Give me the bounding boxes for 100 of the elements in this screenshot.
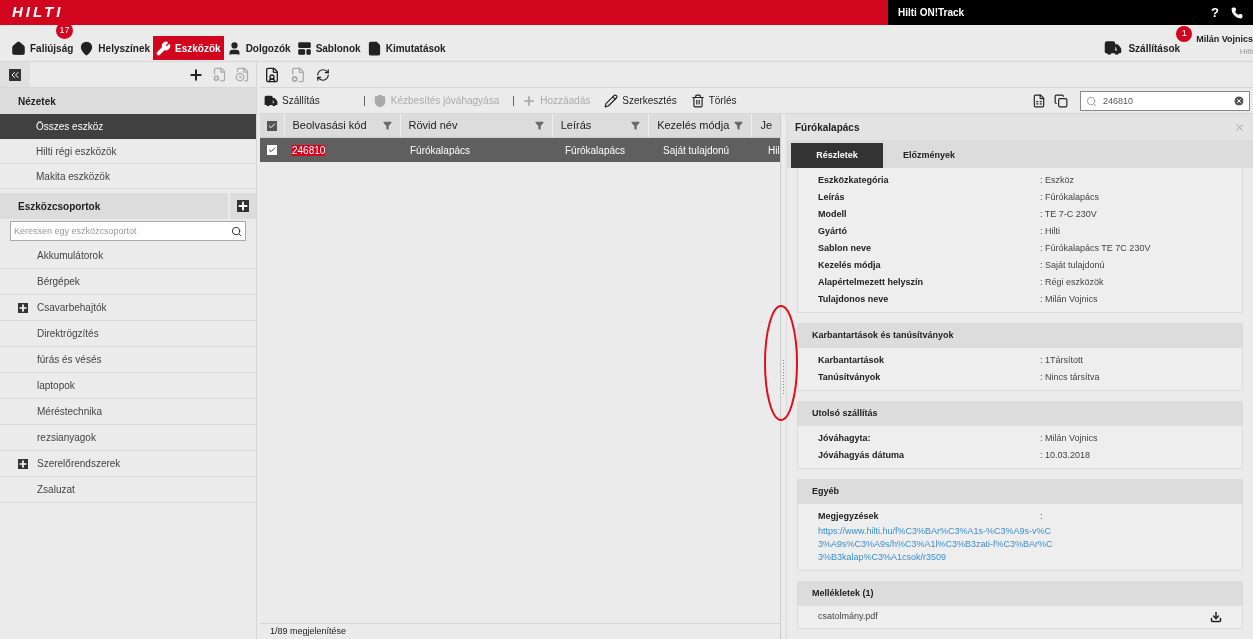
- group-item[interactable]: laptopok: [0, 373, 256, 399]
- group-label: Akkumulátorok: [37, 249, 104, 263]
- toolbar-action[interactable]: Törlés: [690, 93, 737, 108]
- table-cell: Fúrókalapács: [565, 144, 626, 156]
- refresh-icon[interactable]: [316, 67, 330, 82]
- assign-user-icon[interactable]: [264, 66, 280, 83]
- group-item[interactable]: Akkumulátorok: [0, 243, 256, 269]
- template-icon: [296, 40, 312, 56]
- filter-icon[interactable]: [631, 121, 641, 130]
- download-icon[interactable]: [1210, 611, 1222, 623]
- filter-icon[interactable]: [734, 121, 744, 130]
- excel-export-icon[interactable]: [1032, 93, 1046, 108]
- phone-icon[interactable]: [1231, 6, 1243, 19]
- group-search-field[interactable]: Keressen egy eszközcsoportot: [10, 221, 246, 241]
- columns-icon[interactable]: [1054, 93, 1068, 108]
- help-button[interactable]: ?: [1211, 2, 1219, 23]
- search-field[interactable]: 246810: [1080, 90, 1250, 111]
- nav-tab[interactable]: Eszközök: [153, 36, 224, 60]
- group-item[interactable]: Bérgépek: [0, 269, 256, 295]
- field-label: Tulajdonos neve: [818, 292, 890, 306]
- detail-tab[interactable]: Részletek: [791, 143, 883, 168]
- wrench-icon: [156, 40, 172, 56]
- clear-icon[interactable]: [1233, 94, 1245, 107]
- app-title: Hilti ON!Track: [898, 6, 965, 20]
- field-label: Alapértelmezett helyszín: [818, 275, 925, 289]
- group-item[interactable]: Csavarbehajtók: [0, 295, 256, 321]
- filter-icon[interactable]: [382, 121, 392, 130]
- expand-icon[interactable]: [18, 458, 28, 469]
- card-header: Egyéb: [798, 480, 1242, 504]
- field-value: : Eszköz: [1040, 173, 1074, 187]
- field-label: Modell: [818, 207, 848, 221]
- field-value: : Milán Vojnics: [1040, 292, 1098, 306]
- logo: HILTI: [12, 2, 64, 23]
- field-value: : Nincs társítva: [1040, 370, 1100, 384]
- person-icon: [226, 40, 242, 56]
- nav-tab[interactable]: Dolgozók: [223, 36, 294, 60]
- detail-tab[interactable]: Előzmények: [883, 143, 975, 168]
- field-value: : Saját tulajdonú: [1040, 258, 1105, 272]
- group-item[interactable]: Zsaluzat: [0, 477, 256, 503]
- card-header: Mellékletek (1): [798, 582, 1242, 606]
- field-label: Kezelés módja: [818, 258, 882, 272]
- view-item[interactable]: Összes eszköz: [0, 114, 256, 139]
- select-all-checkbox[interactable]: [266, 120, 277, 131]
- toolbar-action[interactable]: Szállítás: [264, 93, 320, 108]
- group-label: rezsianyagok: [37, 431, 96, 445]
- notification-badge: 1: [1176, 26, 1193, 42]
- group-item[interactable]: Direktrögzítés: [0, 321, 256, 347]
- table-cell: Hil: [768, 144, 780, 156]
- pin-icon: [79, 40, 95, 56]
- field-label: Jóváhagyás dátuma: [818, 448, 906, 462]
- plus-icon: [237, 200, 249, 212]
- add-icon[interactable]: [188, 66, 204, 83]
- field-label: Sablon neve: [818, 241, 872, 255]
- search-icon: [231, 226, 242, 237]
- pencil-icon: [604, 93, 619, 108]
- field-value: : TE 7-C 230V: [1040, 207, 1097, 221]
- search-icon: [1086, 95, 1097, 107]
- column-header[interactable]: Je: [751, 114, 780, 137]
- document-icon: [366, 40, 382, 56]
- detail-title: Fúrókalapács: [795, 120, 861, 135]
- view-item[interactable]: Hilti régi eszközök: [0, 139, 256, 164]
- group-label: fúrás és vésés: [37, 353, 102, 367]
- field-value: : Régi eszközök: [1040, 275, 1104, 289]
- column-header[interactable]: Leírás: [551, 114, 649, 137]
- group-label: laptopok: [37, 379, 75, 393]
- trash-icon: [690, 93, 705, 108]
- toolbar-action[interactable]: Szerkesztés: [604, 93, 677, 108]
- expand-icon[interactable]: [18, 302, 28, 313]
- user-name[interactable]: Milán Vojnics: [1196, 32, 1253, 46]
- table-cell: Fúrókalapács: [410, 144, 471, 156]
- nav-tab[interactable]: Sablonok: [293, 36, 364, 60]
- truck-icon: [1104, 39, 1123, 57]
- add-group-button[interactable]: [230, 193, 256, 219]
- filter-icon[interactable]: [534, 121, 544, 130]
- column-header[interactable]: Rövid név: [399, 114, 552, 137]
- card-header: Karbantartások és tanúsítványok: [798, 324, 1242, 348]
- section-header: Nézetek: [0, 88, 256, 114]
- field-label: Karbantartások: [818, 353, 886, 367]
- column-header[interactable]: Kezelés módja: [648, 114, 752, 137]
- column-header[interactable]: Beolvasási kód: [283, 114, 400, 137]
- group-item[interactable]: fúrás és vésés: [0, 347, 256, 373]
- card-header: Utolsó szállítás: [798, 402, 1242, 426]
- table-cell: 246810: [292, 144, 326, 156]
- nav-tab[interactable]: Kimutatások: [363, 36, 449, 60]
- group-label: Bérgépek: [37, 275, 80, 289]
- group-item[interactable]: Szerelőrendszerek: [0, 451, 256, 477]
- field-value: : Milán Vojnics: [1040, 431, 1098, 445]
- view-item[interactable]: Makita eszközök: [0, 164, 256, 189]
- attachment-name[interactable]: csatolmány.pdf: [818, 610, 1210, 624]
- group-item[interactable]: Méréstechnika: [0, 399, 256, 425]
- field-value: : Hilti: [1040, 224, 1060, 238]
- field-label: Megjegyzések: [818, 509, 880, 523]
- field-label: Gyártó: [818, 224, 848, 238]
- section-header: Eszközcsoportok: [0, 193, 228, 219]
- nav-tab[interactable]: Helyszínek: [76, 36, 154, 60]
- table-row[interactable]: 246810 Fúrókalapács Fúrókalapács Saját tulajdonú Hil: [260, 138, 780, 162]
- group-item[interactable]: rezsianyagok: [0, 425, 256, 451]
- collapse-icon[interactable]: [9, 68, 21, 81]
- notification-badge: 17: [56, 22, 73, 39]
- row-checkbox[interactable]: [267, 145, 277, 155]
